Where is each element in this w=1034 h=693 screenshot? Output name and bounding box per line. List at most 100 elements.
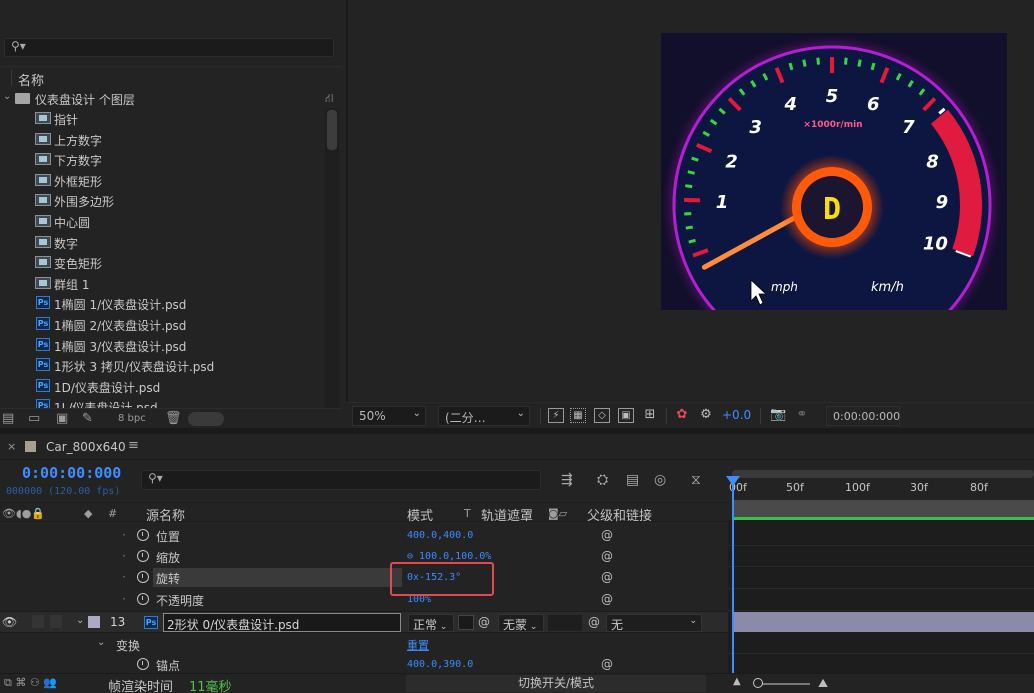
column-track-matte[interactable]: 轨道遮罩 <box>481 505 533 524</box>
color-channels-icon[interactable]: ✿ <box>674 408 690 423</box>
property-row-scale[interactable]: · 缩放 ⊖ 100.0,100.0% @ <box>0 546 728 567</box>
flowchart-icon[interactable]: ✎ <box>82 411 93 426</box>
column-parent[interactable]: 父级和链接 <box>587 505 652 524</box>
stopwatch-icon[interactable] <box>137 550 149 562</box>
label-tag-icon[interactable]: ◆ <box>84 507 92 520</box>
solo-toggle[interactable] <box>50 615 62 628</box>
new-folder-icon[interactable]: ▭ <box>28 411 40 426</box>
fast-preview-icon[interactable]: ⚡ <box>548 408 564 423</box>
timeline-tab[interactable]: × Car_800x640 ≡ <box>0 434 1034 460</box>
layer-duration-bar[interactable] <box>732 612 1034 632</box>
zoom-dropdown[interactable]: 50% ⌄ <box>352 406 426 426</box>
project-item[interactable]: Ps 1椭圆 1/仪表盘设计.psd <box>0 293 322 313</box>
stopwatch-icon[interactable] <box>137 571 149 583</box>
track-matte-dropdown[interactable]: 无蒙 ⌄ <box>498 614 544 632</box>
playhead-handle[interactable] <box>726 476 740 486</box>
column-source-name[interactable]: 源名称 <box>146 505 185 524</box>
project-item[interactable]: 外围多边形 <box>0 190 322 210</box>
interpret-footage-icon[interactable]: ▤ <box>2 411 14 426</box>
grid-guides-icon[interactable]: ⊞ <box>642 408 658 423</box>
project-column-header[interactable]: 名称 <box>0 66 342 89</box>
panel-menu-icon[interactable]: ≡ <box>128 438 139 453</box>
new-comp-icon[interactable]: ▣ <box>56 411 68 426</box>
time-navigator[interactable] <box>732 470 1034 478</box>
resolution-dropdown[interactable]: (二分… ⌄ <box>438 406 530 426</box>
comp-tab-name[interactable]: Car_800x640 <box>46 440 126 454</box>
project-folder[interactable]: ⌄ 仪表盘设计 个图层 ⛙ <box>0 88 333 108</box>
toggle-switches-modes-button[interactable]: 切换开关/模式 <box>406 675 706 692</box>
project-scrollbar[interactable] <box>325 108 339 408</box>
current-time-display[interactable]: 0:00:00:000 <box>22 464 121 482</box>
project-search-input[interactable]: ⚲▾ <box>4 38 334 57</box>
visibility-eye-icon[interactable]: 👁 <box>2 615 17 629</box>
zoom-slider-knob[interactable] <box>753 678 763 688</box>
stopwatch-icon[interactable] <box>137 593 149 605</box>
snapshot-icon[interactable]: 📷 <box>770 408 786 423</box>
matte-pick-whip-icon[interactable]: @ <box>478 615 490 629</box>
column-mode[interactable]: 模式 <box>407 505 433 524</box>
viewer-timecode[interactable]: 0:00:00:000 <box>826 406 900 426</box>
motion-blur-icon[interactable]: ◎ <box>654 472 666 488</box>
audio-toggle[interactable] <box>32 615 44 628</box>
work-area-bar[interactable] <box>732 500 1034 517</box>
pick-whip-icon[interactable]: @ <box>601 657 613 671</box>
property-value[interactable]: 400.0,400.0 <box>407 530 473 541</box>
project-item[interactable]: 中心圆 <box>0 211 322 231</box>
property-row-opacity[interactable]: · 不透明度 100% @ <box>0 589 728 610</box>
shy-layers-icon[interactable]: ⛭ <box>597 472 608 488</box>
trash-icon[interactable]: 🗑 <box>165 411 182 426</box>
mask-visibility-icon[interactable]: ◇ <box>594 408 610 423</box>
chevron-down-icon[interactable]: ⌄ <box>76 615 84 626</box>
bpc-label[interactable]: 8 bpc <box>118 413 146 424</box>
layer-tracks[interactable] <box>728 520 1034 675</box>
project-item[interactable]: Ps 1椭圆 2/仪表盘设计.psd <box>0 314 322 334</box>
project-item[interactable]: Ps 1椭圆 3/仪表盘设计.psd <box>0 335 322 355</box>
pick-whip-icon[interactable]: @ <box>601 570 613 584</box>
zoom-in-icon[interactable]: ⛰ <box>818 676 828 691</box>
project-item[interactable]: 群组 1 <box>0 273 322 293</box>
chevron-down-icon[interactable]: ⌄ <box>97 637 105 648</box>
toggle-switches-icons[interactable]: ⧉ ⌘ ⚇ 👥 <box>4 676 57 690</box>
project-item[interactable]: 下方数字 <box>0 149 322 169</box>
project-item[interactable]: 指针 <box>0 108 322 128</box>
property-row-rotation[interactable]: · 旋转 0x-152.3° @ <box>0 567 728 588</box>
project-item[interactable]: 外框矩形 <box>0 170 322 190</box>
transform-group-row[interactable]: ⌄ 变换 重置 <box>0 634 728 655</box>
composition-preview[interactable]: 1 2 3 4 5 6 7 8 9 10 ×1000r/min D mph km/h <box>661 33 1007 310</box>
reset-link[interactable]: 重置 <box>407 637 429 653</box>
preserve-transparency-toggle[interactable] <box>458 615 474 630</box>
comp-flowchart-icon[interactable]: ⇶ <box>561 472 573 488</box>
pick-whip-icon[interactable]: @ <box>601 528 613 542</box>
show-snapshot-icon[interactable]: ⚭ <box>794 408 810 423</box>
color-management-icon[interactable]: ⚙ <box>698 408 714 423</box>
layer-row[interactable]: 👁 ⌄ 13 Ps 2形状 0/仪表盘设计.psd 正常 ⌄ @ 无蒙 ⌄ @ … <box>0 611 728 633</box>
exposure-value[interactable]: +0.0 <box>722 408 751 422</box>
layer-name-field[interactable]: 2形状 0/仪表盘设计.psd <box>163 613 401 632</box>
property-row-anchor[interactable]: 锚点 400.0,390.0 @ <box>0 654 728 675</box>
hierarchy-icon[interactable]: ⛙ <box>325 91 333 107</box>
project-item[interactable]: 数字 <box>0 232 322 252</box>
project-item[interactable]: 变色矩形 <box>0 252 322 272</box>
transparency-grid-icon[interactable]: ▦ <box>570 408 586 423</box>
close-icon[interactable]: × <box>7 440 16 453</box>
pick-whip-icon[interactable]: @ <box>601 592 613 606</box>
frame-blending-icon[interactable]: ▤ <box>626 472 639 488</box>
label-color-swatch[interactable] <box>88 616 100 628</box>
zoom-out-icon[interactable]: ▲ <box>733 676 741 687</box>
property-value[interactable]: ⊖ 100.0,100.0% <box>407 551 491 562</box>
graph-editor-icon[interactable]: ⧖ <box>691 472 701 488</box>
chevron-down-icon[interactable]: ⌄ <box>3 91 11 102</box>
project-item[interactable]: Ps 1D/仪表盘设计.psd <box>0 376 322 396</box>
property-row-position[interactable]: · 位置 400.0,400.0 @ <box>0 525 728 546</box>
timeline-search-input[interactable]: ⚲▾ <box>141 470 541 490</box>
project-item[interactable]: Ps 1形状 3 拷贝/仪表盘设计.psd <box>0 355 322 375</box>
thumbnail-slider[interactable] <box>188 412 224 426</box>
parent-dropdown[interactable]: 无 ⌄ <box>606 614 702 632</box>
project-item[interactable]: 上方数字 <box>0 129 322 149</box>
region-of-interest-icon[interactable]: ▣ <box>618 408 634 423</box>
blend-mode-dropdown[interactable]: 正常 ⌄ <box>408 614 454 632</box>
stopwatch-icon[interactable] <box>137 658 149 670</box>
timeline-zoom-slider[interactable] <box>762 683 810 685</box>
property-value[interactable]: 400.0,390.0 <box>407 659 473 670</box>
matte-toggle[interactable] <box>548 615 582 631</box>
